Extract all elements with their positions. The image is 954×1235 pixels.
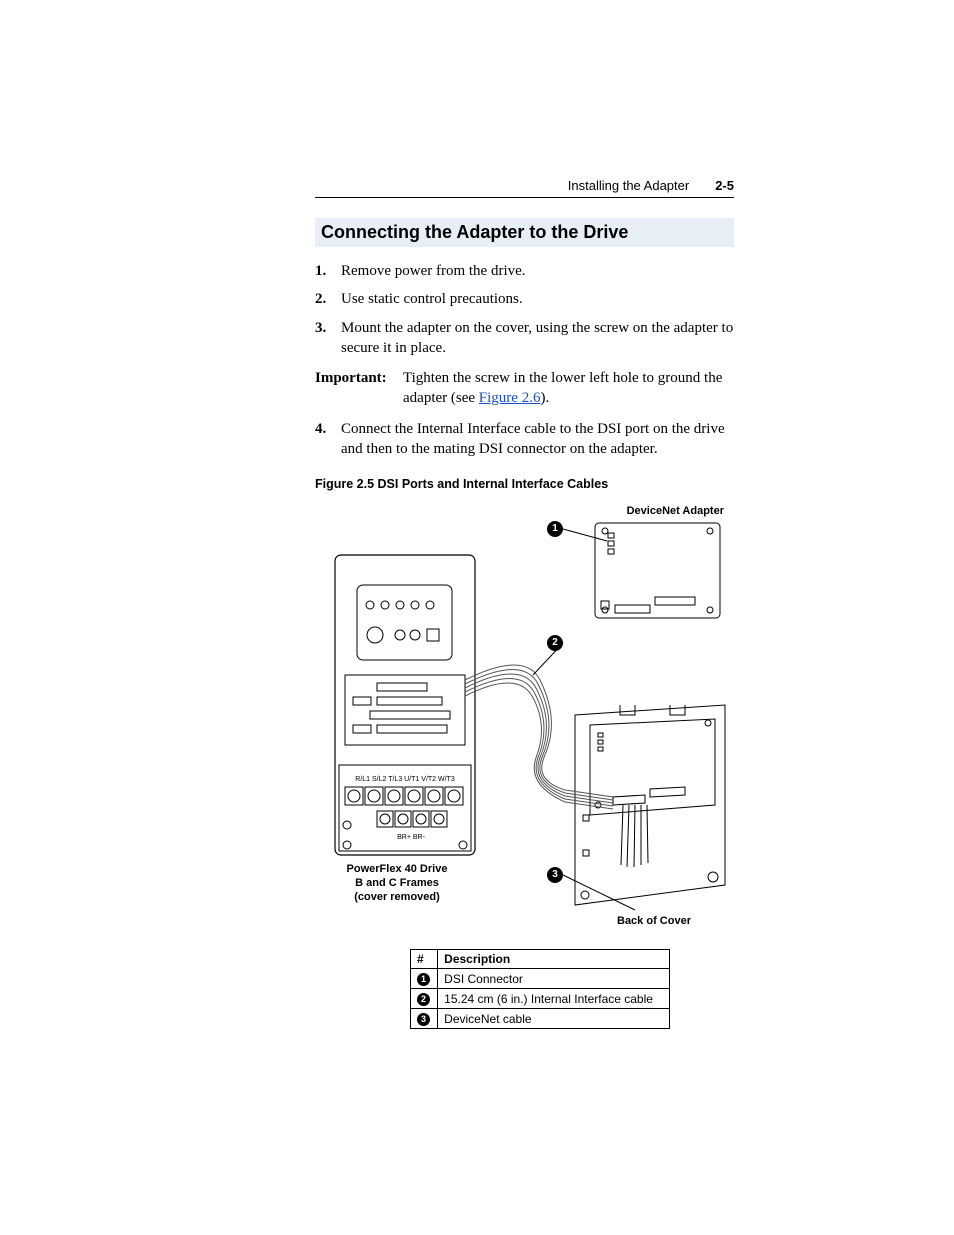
- step-2: 2. Use static control precautions.: [315, 289, 734, 309]
- table-cell-num: 1: [411, 969, 438, 989]
- step-number: 4.: [315, 419, 331, 460]
- table-cell-desc: DSI Connector: [438, 969, 670, 989]
- drive-label-line2: B and C Frames: [355, 877, 439, 889]
- row2-num: 2: [417, 993, 430, 1006]
- step-1: 1. Remove power from the drive.: [315, 261, 734, 281]
- step-number: 3.: [315, 318, 331, 359]
- drive-label-line1: PowerFlex 40 Drive: [347, 863, 448, 875]
- cover-label: Back of Cover: [584, 915, 724, 927]
- callout-3: 3: [547, 867, 563, 883]
- step-3: 3. Mount the adapter on the cover, using…: [315, 318, 734, 359]
- table-header-desc: Description: [438, 950, 670, 969]
- row3-num: 3: [417, 1013, 430, 1026]
- table-cell-num: 2: [411, 989, 438, 1009]
- table-header-num: #: [411, 950, 438, 969]
- step-text: Mount the adapter on the cover, using th…: [341, 318, 734, 359]
- important-after: ).: [540, 390, 549, 406]
- table-row: 2 15.24 cm (6 in.) Internal Interface ca…: [411, 989, 670, 1009]
- important-text: Tighten the screw in the lower left hole…: [403, 368, 734, 409]
- important-before: Tighten the screw in the lower left hole…: [403, 370, 722, 406]
- step-number: 1.: [315, 261, 331, 281]
- row1-num: 1: [417, 973, 430, 986]
- ribbon-cable: [465, 665, 613, 809]
- step-text: Connect the Internal Interface cable to …: [341, 419, 734, 460]
- key-table: # Description 1 DSI Connector 2 15.24 cm…: [410, 949, 670, 1029]
- terminal-labels-text: R/L1 S/L2 T/L3 U/T1 V/T2 W/T3: [355, 776, 455, 783]
- cover-illustration: [575, 705, 725, 905]
- table-cell-desc: 15.24 cm (6 in.) Internal Interface cabl…: [438, 989, 670, 1009]
- header-title: Installing the Adapter: [568, 178, 689, 193]
- step-text: Use static control precautions.: [341, 289, 523, 309]
- drive-label-line3: (cover removed): [354, 891, 440, 903]
- table-row: 3 DeviceNet cable: [411, 1009, 670, 1029]
- drive-illustration: R/L1 S/L2 T/L3 U/T1 V/T2 W/T3: [335, 555, 475, 855]
- step-4: 4. Connect the Internal Interface cable …: [315, 419, 734, 460]
- step-number: 2.: [315, 289, 331, 309]
- figure-diagram: DeviceNet Adapter: [315, 505, 734, 935]
- important-note: Important: Tighten the screw in the lowe…: [315, 368, 734, 409]
- header-page-number: 2-5: [715, 178, 734, 193]
- page: Installing the Adapter 2-5 Connecting th…: [0, 0, 954, 1235]
- figure-caption: Figure 2.5 DSI Ports and Internal Interf…: [315, 477, 734, 491]
- step-list-continued: 4. Connect the Internal Interface cable …: [315, 419, 734, 460]
- figure-link[interactable]: Figure 2.6: [479, 390, 541, 406]
- content-body: Connecting the Adapter to the Drive 1. R…: [315, 218, 734, 1029]
- terminal-labels2-text: BR+ BR-: [397, 834, 425, 841]
- running-header: Installing the Adapter 2-5: [315, 178, 734, 198]
- table-cell-desc: DeviceNet cable: [438, 1009, 670, 1029]
- drive-label: PowerFlex 40 Drive B and C Frames (cover…: [327, 863, 467, 904]
- table-row: 1 DSI Connector: [411, 969, 670, 989]
- adapter-illustration: [595, 523, 720, 618]
- table-header-row: # Description: [411, 950, 670, 969]
- section-heading: Connecting the Adapter to the Drive: [315, 218, 734, 247]
- table-cell-num: 3: [411, 1009, 438, 1029]
- step-text: Remove power from the drive.: [341, 261, 526, 281]
- callout-1: 1: [547, 521, 563, 537]
- important-label: Important:: [315, 368, 397, 409]
- callout-2: 2: [547, 635, 563, 651]
- step-list: 1. Remove power from the drive. 2. Use s…: [315, 261, 734, 358]
